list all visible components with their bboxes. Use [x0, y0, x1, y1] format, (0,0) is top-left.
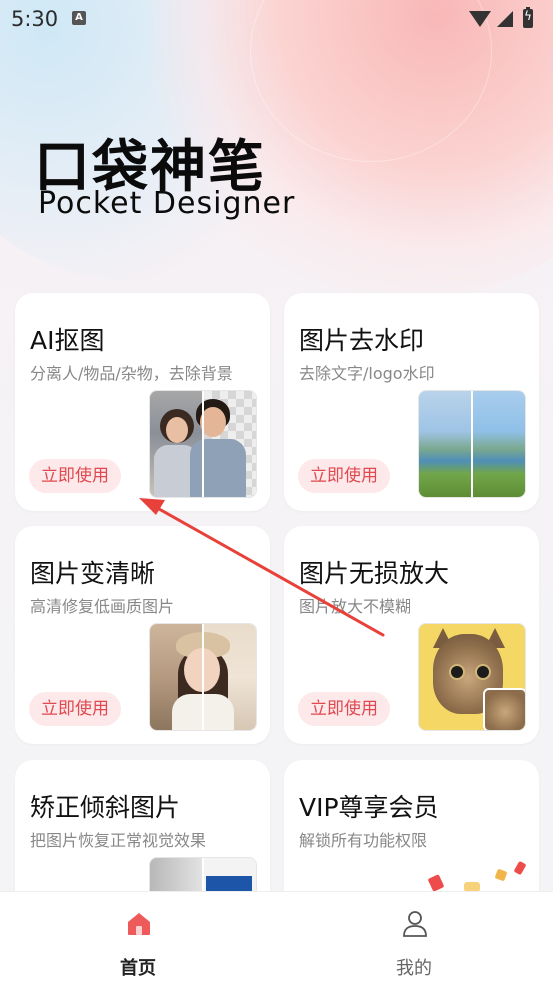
use-now-button[interactable]: 立即使用 — [29, 692, 121, 726]
tab-label: 我的 — [396, 958, 432, 979]
cat-thumbnail — [418, 623, 526, 731]
card-title: VIP尊享会员 — [299, 793, 439, 822]
card-title: AI抠图 — [30, 326, 105, 355]
portrait-cutout-thumbnail — [149, 390, 257, 498]
signal-icon — [497, 11, 513, 27]
card-description: 分离人/物品/杂物，去除背景 — [30, 364, 233, 383]
system-icons — [469, 7, 541, 29]
card-description: 图片放大不模糊 — [299, 597, 412, 616]
use-now-button[interactable]: 立即使用 — [298, 459, 390, 493]
card-title: 矫正倾斜图片 — [30, 793, 181, 822]
card-title: 图片去水印 — [299, 326, 425, 355]
battery-charging-icon — [523, 7, 533, 28]
bottom-tab-bar: 首页 我的 — [0, 891, 553, 985]
card-title: 图片无损放大 — [299, 559, 450, 588]
portrait-enhance-thumbnail — [149, 623, 257, 731]
card-remove-watermark[interactable]: 图片去水印 去除文字/logo水印 立即使用 — [284, 293, 539, 511]
home-icon — [128, 913, 150, 935]
tab-profile[interactable]: 我的 — [276, 892, 552, 985]
app-subtitle: Pocket Designer — [38, 186, 296, 221]
card-title: 图片变清晰 — [30, 559, 156, 588]
tab-home[interactable]: 首页 — [0, 892, 276, 985]
tab-label: 首页 — [120, 958, 156, 979]
card-description: 把图片恢复正常视觉效果 — [30, 831, 207, 850]
card-description: 去除文字/logo水印 — [299, 364, 435, 383]
card-description: 解锁所有功能权限 — [299, 831, 428, 850]
card-lossless-upscale[interactable]: 图片无损放大 图片放大不模糊 立即使用 — [284, 526, 539, 744]
wifi-icon — [469, 11, 491, 27]
use-now-button[interactable]: 立即使用 — [29, 459, 121, 493]
status-bar: 5:30 A — [0, 0, 553, 38]
status-time: 5:30 — [11, 7, 59, 31]
use-now-button[interactable]: 立即使用 — [298, 692, 390, 726]
card-ai-cutout[interactable]: AI抠图 分离人/物品/杂物，去除背景 立即使用 — [15, 293, 270, 511]
card-enhance-clarity[interactable]: 图片变清晰 高清修复低画质图片 立即使用 — [15, 526, 270, 744]
card-vip-membership[interactable]: VIP尊享会员 解锁所有功能权限 — [284, 760, 539, 910]
card-correct-tilt[interactable]: 矫正倾斜图片 把图片恢复正常视觉效果 — [15, 760, 270, 910]
a-icon: A — [72, 11, 86, 25]
card-description: 高清修复低画质图片 — [30, 597, 175, 616]
user-icon — [403, 911, 427, 937]
landscape-thumbnail — [418, 390, 526, 498]
